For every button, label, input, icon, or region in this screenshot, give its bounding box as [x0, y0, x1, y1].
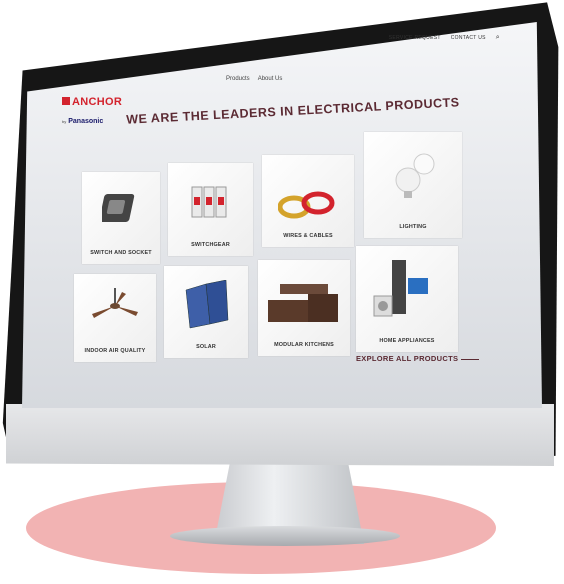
- nav-products[interactable]: Products: [226, 76, 250, 82]
- monitor-illustration: SERVICE REQUEST CONTACT US ⌕ Products Ab…: [0, 0, 564, 584]
- category-label: MODULAR KITCHENS: [274, 342, 334, 348]
- category-home-appliances[interactable]: HOME APPLIANCES: [356, 246, 458, 352]
- partner-name: Panasonic: [68, 118, 104, 125]
- fan-icon: [92, 288, 138, 318]
- category-switchgear[interactable]: SWITCHGEAR: [168, 163, 253, 256]
- brand-logo[interactable]: ANCHOR by Panasonic: [62, 92, 122, 128]
- category-label: SWITCH AND SOCKET: [90, 250, 152, 256]
- logo-by: by: [62, 119, 67, 124]
- contact-us-link[interactable]: CONTACT US: [451, 35, 486, 41]
- kitchen-icon: [268, 284, 338, 322]
- category-switch-and-socket[interactable]: SWITCH AND SOCKET: [82, 172, 160, 264]
- category-solar[interactable]: SOLAR: [164, 266, 248, 358]
- bulb-icon: [395, 153, 435, 198]
- category-indoor-air-quality[interactable]: INDOOR AIR QUALITY: [74, 274, 156, 362]
- service-request-link[interactable]: SERVICE REQUEST: [389, 35, 441, 41]
- search-icon[interactable]: ⌕: [496, 34, 500, 42]
- category-lighting[interactable]: LIGHTING: [364, 132, 462, 238]
- switchgear-icon: [191, 186, 227, 218]
- category-label: HOME APPLIANCES: [379, 338, 435, 344]
- monitor-stand-foot: [170, 526, 400, 546]
- explore-all-products-link[interactable]: EXPLORE ALL PRODUCTS: [356, 354, 480, 363]
- main-navigation: Products About Us: [226, 76, 282, 82]
- category-label: WIRES & CABLES: [283, 233, 333, 239]
- nav-about-us[interactable]: About Us: [258, 76, 283, 82]
- cable-icon: [278, 191, 335, 219]
- category-label: SOLAR: [196, 344, 216, 350]
- switch-icon: [102, 194, 135, 222]
- category-label: LIGHTING: [399, 224, 427, 230]
- appliance-icon: [373, 260, 428, 317]
- arrow-dash-icon: [461, 358, 480, 360]
- anchor-logo-mark: [62, 96, 70, 105]
- category-wires-cables[interactable]: WIRES & CABLES: [262, 155, 354, 247]
- category-label: SWITCHGEAR: [191, 242, 230, 248]
- explore-label: EXPLORE ALL PRODUCTS: [356, 354, 459, 363]
- monitor-chin: [6, 404, 554, 466]
- brand-name: ANCHOR: [72, 96, 123, 108]
- solar-panel-icon: [185, 280, 229, 329]
- category-label: INDOOR AIR QUALITY: [84, 348, 146, 354]
- top-navigation: SERVICE REQUEST CONTACT US ⌕: [389, 34, 500, 42]
- category-modular-kitchens[interactable]: MODULAR KITCHENS: [258, 260, 350, 356]
